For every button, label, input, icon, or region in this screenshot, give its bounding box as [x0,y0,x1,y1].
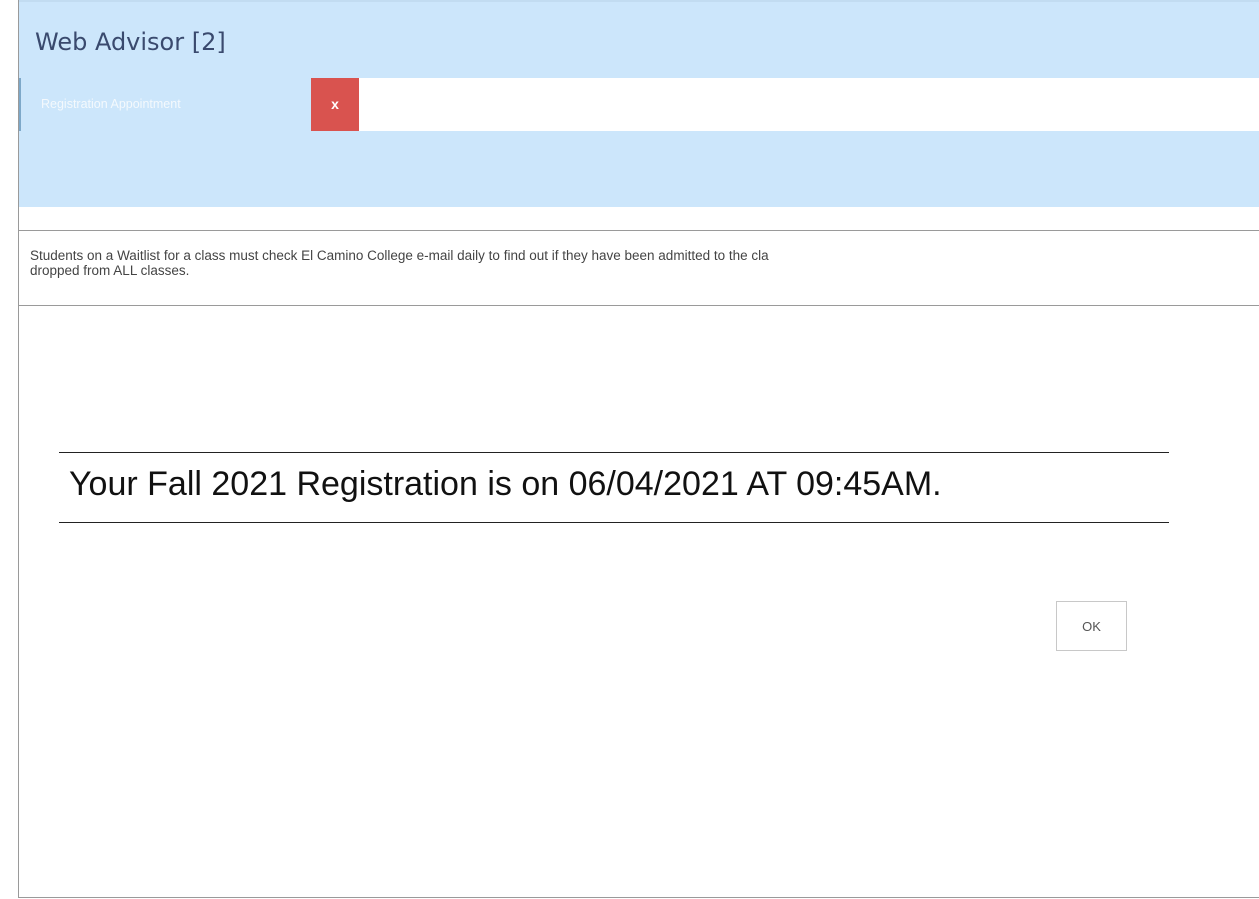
divider [59,522,1169,523]
toolbar-band [19,131,1259,207]
divider [59,452,1169,453]
title-bar: Web Advisor [2] [19,0,1259,78]
web-advisor-window: Web Advisor [2] Registration Appointment… [18,0,1259,898]
notice-text: Students on a Waitlist for a class must … [30,248,769,278]
close-tab-button[interactable]: x [311,78,359,131]
tab-registration-appointment[interactable]: Registration Appointment [19,78,311,131]
waitlist-notice: Students on a Waitlist for a class must … [19,230,1259,306]
ok-button[interactable]: OK [1056,601,1127,651]
tab-bar: Registration Appointment x [19,78,1259,131]
window-title: Web Advisor [2] [35,28,226,56]
tab-label: Registration Appointment [41,97,181,111]
registration-message: Your Fall 2021 Registration is on 06/04/… [69,465,942,503]
